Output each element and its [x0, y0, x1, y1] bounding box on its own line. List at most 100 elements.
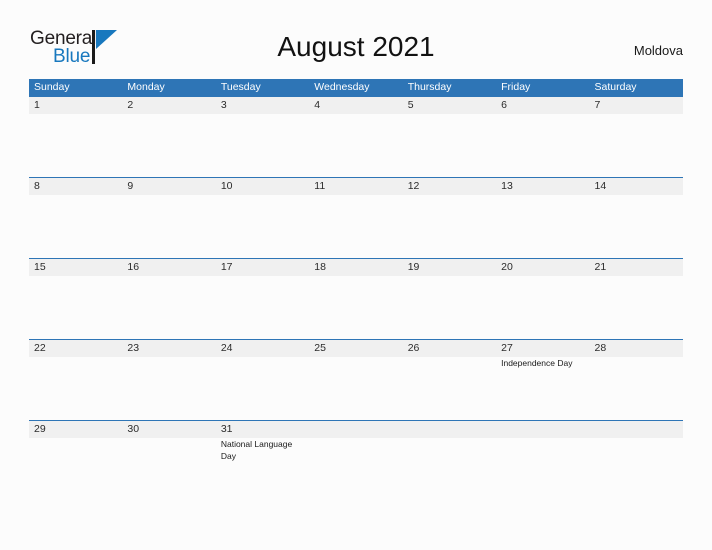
- day-number: 16: [127, 261, 140, 273]
- calendar-day-cell[interactable]: 28: [589, 339, 683, 421]
- calendar-day-cell[interactable]: 10: [215, 177, 310, 259]
- day-number-band: [589, 97, 683, 114]
- calendar-day-cell[interactable]: 3: [215, 96, 310, 178]
- calendar-day-cell[interactable]: 5: [402, 96, 497, 178]
- calendar-day-cell[interactable]: 30: [122, 420, 216, 473]
- day-number-band: [215, 97, 310, 114]
- calendar-day-cell[interactable]: 19: [402, 258, 497, 340]
- day-cell-inner: 14: [589, 178, 683, 258]
- page-title: August 2021: [277, 31, 435, 62]
- calendar-day-cell[interactable]: 4: [309, 96, 403, 178]
- calendar-day-cell[interactable]: 7: [589, 96, 683, 178]
- day-cell-inner: 16: [122, 259, 216, 339]
- day-number-band: [402, 97, 497, 114]
- calendar-week-row: 15 16 17 18 19 20 21: [29, 258, 683, 340]
- calendar-day-cell[interactable]: 1: [29, 96, 123, 178]
- day-number-band: [309, 97, 403, 114]
- calendar-day-cell[interactable]: 20: [496, 258, 590, 340]
- day-number-band: [29, 97, 123, 114]
- day-number: 27: [501, 342, 513, 354]
- day-cell-inner: 11: [309, 178, 403, 258]
- day-number: 19: [407, 261, 420, 273]
- day-number: 25: [314, 342, 326, 354]
- calendar-day-cell[interactable]: 24: [215, 339, 310, 421]
- calendar-empty-cell: [589, 420, 683, 473]
- day-cell-inner: 30: [122, 421, 216, 473]
- calendar-week-row: 29 30 31 National Language Day: [29, 420, 683, 473]
- day-cell-inner: 1: [29, 97, 123, 177]
- weekday-header-tuesday: Tuesday: [215, 79, 310, 97]
- calendar-weeks: 1 2 3 4 5 6 7 8 9 10 11 12 13 14 15 16 17 18 19 20 21 22 23 24 2…: [29, 96, 683, 473]
- calendar-page: General Blue August 2021 Moldova Sunday …: [0, 0, 712, 550]
- weekday-header-sunday: Sunday: [29, 79, 123, 97]
- day-number: 3: [220, 99, 227, 111]
- calendar-empty-cell: [309, 420, 403, 473]
- day-number: 4: [314, 99, 321, 111]
- weekday-header-saturday: Saturday: [589, 79, 683, 97]
- calendar-day-cell[interactable]: 14: [589, 177, 683, 259]
- calendar-day-cell[interactable]: 8: [29, 177, 123, 259]
- weekday-header-friday: Friday: [496, 79, 590, 97]
- day-number-band: [122, 97, 216, 114]
- weekday-header-thursday: Thursday: [402, 79, 497, 97]
- day-cell-inner: 22: [29, 340, 123, 420]
- calendar-week-row: 8 9 10 11 12 13 14: [29, 177, 683, 259]
- calendar-week-row: 1 2 3 4 5 6 7: [29, 96, 683, 178]
- calendar-day-cell[interactable]: 25: [309, 339, 403, 421]
- day-number: 30: [127, 423, 140, 435]
- region-label: Moldova: [633, 43, 683, 58]
- page-header: General Blue August 2021 Moldova: [29, 28, 683, 70]
- day-cell-inner: 7: [589, 97, 683, 177]
- calendar-day-cell[interactable]: 26: [402, 339, 497, 421]
- calendar-day-cell[interactable]: 9: [122, 177, 216, 259]
- holiday-label: Independence Day: [501, 358, 573, 368]
- day-number: 6: [501, 99, 507, 111]
- holiday-label: National Language Day: [220, 439, 293, 461]
- calendar-day-cell[interactable]: 22: [29, 339, 123, 421]
- day-cell-inner: 31 National Language Day: [215, 421, 310, 473]
- day-cell-inner: 18: [309, 259, 403, 339]
- day-number: 22: [34, 342, 46, 354]
- calendar-day-cell[interactable]: 2: [122, 96, 216, 178]
- calendar-day-cell[interactable]: 12: [402, 177, 497, 259]
- calendar-day-cell[interactable]: 6: [496, 96, 590, 178]
- day-cell-inner: [589, 421, 683, 473]
- day-number: 21: [594, 261, 607, 273]
- day-number: 5: [407, 99, 414, 111]
- day-number: 13: [501, 180, 513, 192]
- calendar-day-cell[interactable]: 21: [589, 258, 683, 340]
- day-events: Independence Day: [501, 358, 587, 370]
- day-number-band: [29, 178, 123, 195]
- calendar-grid: Sunday Monday Tuesday Wednesday Thursday…: [29, 79, 683, 473]
- calendar-day-cell[interactable]: 29: [29, 420, 123, 473]
- day-cell-inner: 21: [589, 259, 683, 339]
- day-number: 9: [127, 180, 134, 192]
- day-cell-inner: 28: [589, 340, 683, 420]
- day-number-band: [589, 421, 683, 438]
- calendar-day-cell[interactable]: 16: [122, 258, 216, 340]
- calendar-day-cell[interactable]: 11: [309, 177, 403, 259]
- day-number: 29: [34, 423, 46, 435]
- weekday-header-wednesday: Wednesday: [309, 79, 403, 97]
- day-number: 7: [594, 99, 601, 111]
- day-number-band: [309, 421, 403, 438]
- calendar-day-cell[interactable]: 27 Independence Day: [496, 339, 590, 421]
- day-number: 8: [34, 180, 40, 192]
- day-events: National Language Day: [221, 439, 307, 462]
- calendar-day-cell[interactable]: 17: [215, 258, 310, 340]
- day-cell-inner: 3: [215, 97, 310, 177]
- day-number-band: [122, 178, 216, 195]
- day-number: 17: [220, 261, 233, 273]
- calendar-day-cell[interactable]: 15: [29, 258, 123, 340]
- weekday-header-row: Sunday Monday Tuesday Wednesday Thursday…: [29, 79, 683, 97]
- calendar-day-cell[interactable]: 18: [309, 258, 403, 340]
- day-cell-inner: 4: [309, 97, 403, 177]
- day-number: 14: [594, 180, 607, 192]
- day-number: 2: [127, 99, 134, 111]
- calendar-day-cell[interactable]: 13: [496, 177, 590, 259]
- day-number: 11: [314, 180, 326, 192]
- calendar-day-cell[interactable]: 23: [122, 339, 216, 421]
- calendar-day-cell[interactable]: 31 National Language Day: [215, 420, 310, 473]
- day-cell-inner: [309, 421, 403, 473]
- calendar-empty-cell: [496, 420, 590, 473]
